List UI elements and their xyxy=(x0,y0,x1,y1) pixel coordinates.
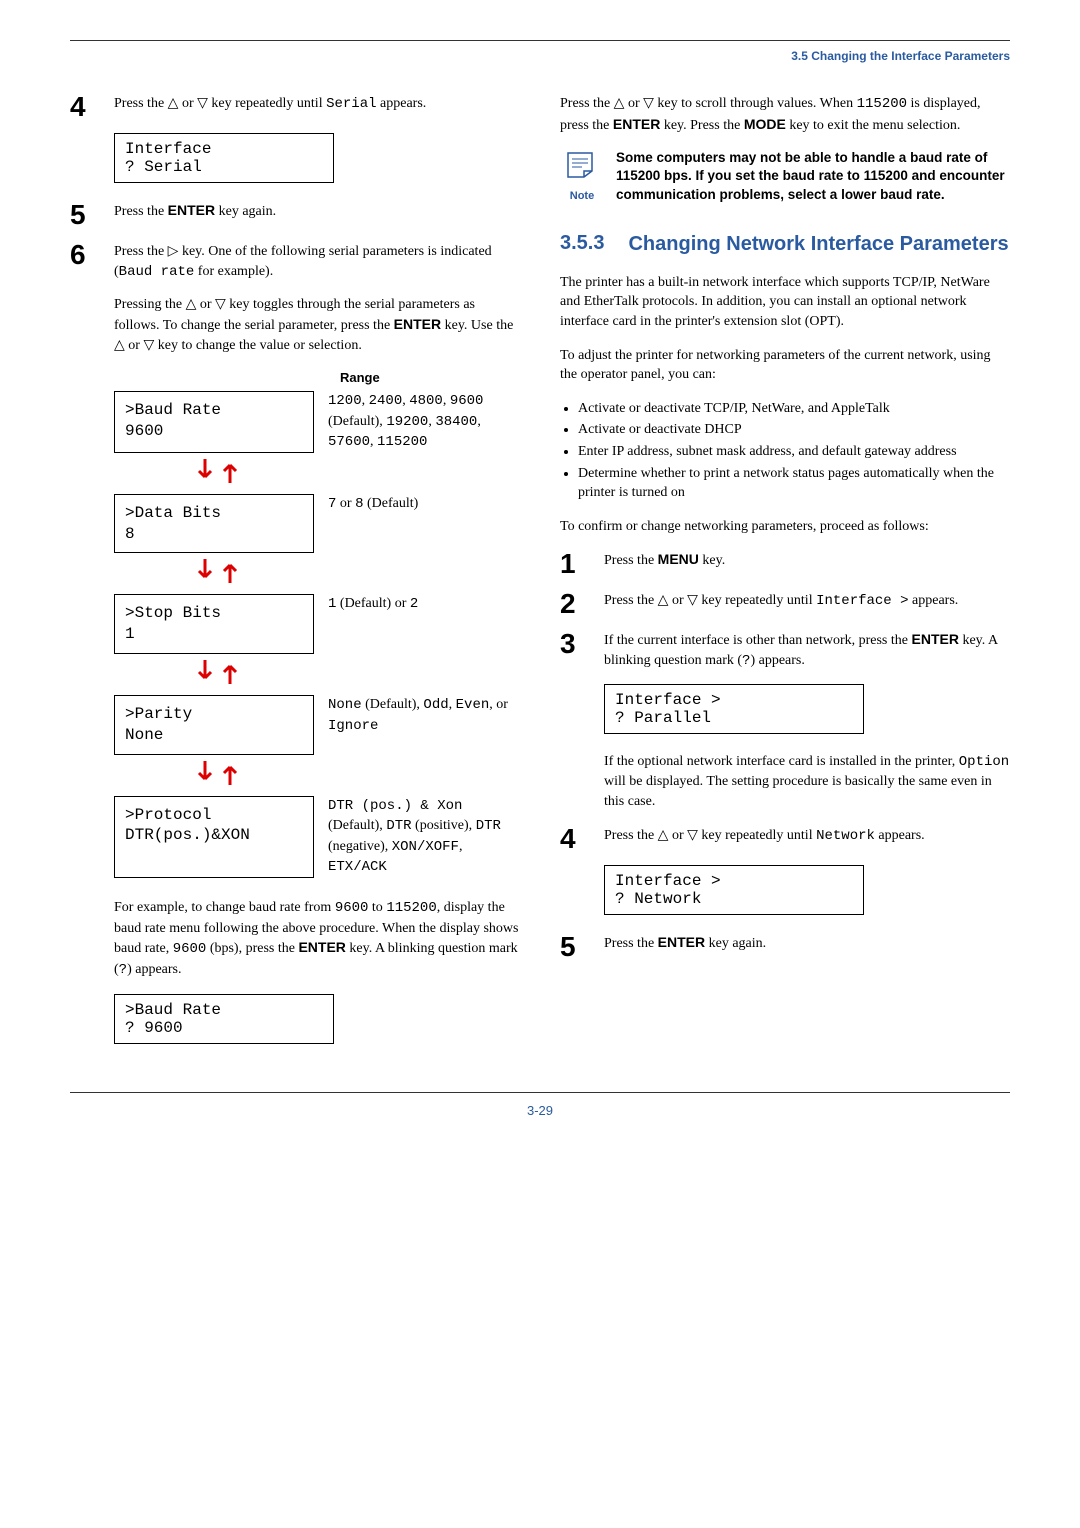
lcd-display: >Protocol DTR(pos.)&XON xyxy=(114,796,314,878)
r-step2-text: Press the △ or ▽ key repeatedly until In… xyxy=(604,590,1010,618)
lcd-display: >Baud Rate 9600 xyxy=(114,391,314,453)
lcd-display: Interface > ? Network xyxy=(604,865,864,915)
protocol-range: DTR (pos.) & Xon (Default), DTR (positiv… xyxy=(328,796,520,878)
step6-text: Press the ▷ key. One of the following se… xyxy=(114,241,520,282)
up-triangle-icon: △ xyxy=(658,826,669,842)
step4-text: Press the △ or ▽ key repeatedly until Se… xyxy=(114,93,520,121)
down-triangle-icon: ▽ xyxy=(143,336,154,352)
step-number-4: 4 xyxy=(70,93,96,121)
param-protocol-row: >Protocol DTR(pos.)&XON DTR (pos.) & Xon… xyxy=(114,796,520,878)
param-baud-row: >Baud Rate 9600 1200, 2400, 4800, 9600 (… xyxy=(114,391,520,453)
step-number-1: 1 xyxy=(560,550,586,578)
right-top-para: Press the △ or ▽ key to scroll through v… xyxy=(560,93,1010,135)
lcd-display: Interface > ? Parallel xyxy=(604,684,864,734)
section-para2: To adjust the printer for networking par… xyxy=(560,346,1010,385)
up-down-arrows-icon xyxy=(190,457,520,490)
list-item: Determine whether to print a network sta… xyxy=(578,464,1010,503)
step5-text: Press the ENTER key again. xyxy=(114,201,520,229)
step-number-4: 4 xyxy=(560,825,586,853)
up-down-arrows-icon xyxy=(190,759,520,792)
top-divider xyxy=(70,40,1010,41)
param-databits-row: >Data Bits 8 7 or 8 (Default) xyxy=(114,494,520,554)
note-block: Note Some computers may not be able to h… xyxy=(560,149,1010,204)
stopbits-range: 1 (Default) or 2 xyxy=(328,594,520,654)
lcd-display: >Parity None xyxy=(114,695,314,755)
step6-para2: Pressing the △ or ▽ key toggles through … xyxy=(114,294,520,356)
section-para1: The printer has a built-in network inter… xyxy=(560,273,1010,332)
right-column: Press the △ or ▽ key to scroll through v… xyxy=(560,93,1010,1062)
list-item: Activate or deactivate TCP/IP, NetWare, … xyxy=(578,399,1010,419)
down-triangle-icon: ▽ xyxy=(197,94,208,110)
down-triangle-icon: ▽ xyxy=(643,94,654,110)
section-heading: 3.5.3 Changing Network Interface Paramet… xyxy=(560,232,1010,257)
note-icon: Note xyxy=(560,149,604,204)
baud-range: 1200, 2400, 4800, 9600 (Default), 19200,… xyxy=(328,391,520,453)
parity-range: None (Default), Odd, Even, or Ignore xyxy=(328,695,520,755)
left-column: 4 Press the △ or ▽ key repeatedly until … xyxy=(70,93,520,1062)
param-stopbits-row: >Stop Bits 1 1 (Default) or 2 xyxy=(114,594,520,654)
down-triangle-icon: ▽ xyxy=(215,295,226,311)
up-triangle-icon: △ xyxy=(614,94,625,110)
r-step3-text: If the current interface is other than n… xyxy=(604,630,1010,671)
lcd-display: >Stop Bits 1 xyxy=(114,594,314,654)
down-triangle-icon: ▽ xyxy=(687,826,698,842)
step-number-3: 3 xyxy=(560,630,586,671)
up-triangle-icon: △ xyxy=(658,591,669,607)
right-triangle-icon: ▷ xyxy=(168,242,179,258)
r-step4-text: Press the △ or ▽ key repeatedly until Ne… xyxy=(604,825,1010,853)
section-header: 3.5 Changing the Interface Parameters xyxy=(70,49,1010,63)
page-footer: 3-29 xyxy=(70,1092,1010,1118)
section-para3: To confirm or change networking paramete… xyxy=(560,517,1010,537)
databits-range: 7 or 8 (Default) xyxy=(328,494,520,554)
step-number-2: 2 xyxy=(560,590,586,618)
lcd-display: Interface ? Serial xyxy=(114,133,334,183)
bullet-list: Activate or deactivate TCP/IP, NetWare, … xyxy=(578,399,1010,503)
up-down-arrows-icon xyxy=(190,557,520,590)
step-number-5: 5 xyxy=(560,933,586,961)
list-item: Enter IP address, subnet mask address, a… xyxy=(578,442,1010,462)
up-triangle-icon: △ xyxy=(186,295,197,311)
step-number-6: 6 xyxy=(70,241,96,282)
up-triangle-icon: △ xyxy=(168,94,179,110)
r-step1-text: Press the MENU key. xyxy=(604,550,1010,578)
down-triangle-icon: ▽ xyxy=(687,591,698,607)
r-step5-text: Press the ENTER key again. xyxy=(604,933,1010,961)
note-text: Some computers may not be able to handle… xyxy=(616,149,1010,204)
r-step3-para2: If the optional network interface card i… xyxy=(604,752,1010,812)
param-parity-row: >Parity None None (Default), Odd, Even, … xyxy=(114,695,520,755)
list-item: Activate or deactivate DHCP xyxy=(578,420,1010,440)
lcd-display: >Data Bits 8 xyxy=(114,494,314,554)
range-heading: Range xyxy=(340,370,520,385)
lcd-display: >Baud Rate ? 9600 xyxy=(114,994,334,1044)
up-down-arrows-icon xyxy=(190,658,520,691)
step-number-5: 5 xyxy=(70,201,96,229)
up-triangle-icon: △ xyxy=(114,336,125,352)
bottom-para: For example, to change baud rate from 96… xyxy=(114,898,520,980)
